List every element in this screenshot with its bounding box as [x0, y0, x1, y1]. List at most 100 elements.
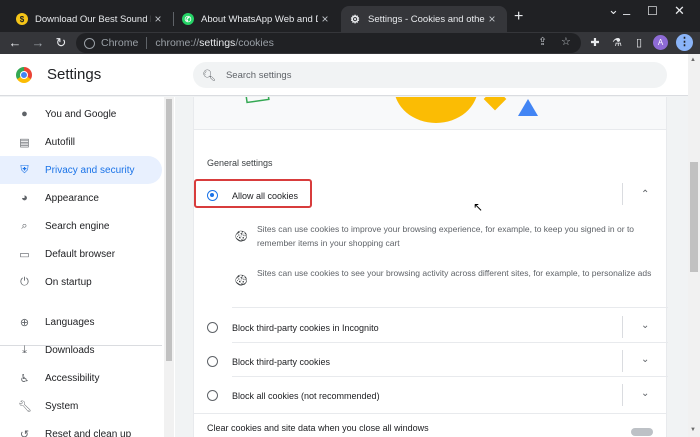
sidebar-item-downloads[interactable]: ⤓ Downloads — [0, 336, 162, 364]
sidebar-item-you-and-google[interactable]: ● You and Google — [0, 100, 162, 128]
reload-button[interactable]: ↻ — [52, 34, 70, 52]
sidebar-item-label: Languages — [45, 316, 95, 328]
block-all-cookies-radio[interactable] — [207, 390, 218, 401]
sidebar-item-default-browser[interactable]: ▭ Default browser — [0, 240, 162, 268]
page-scrollbar[interactable]: ▲ ▼ — [688, 54, 700, 437]
forward-button[interactable]: → — [29, 34, 47, 52]
tab-whatsapp[interactable]: ✆ About WhatsApp Web and Deskt × — [174, 6, 340, 32]
sound-favicon: $ — [16, 13, 28, 25]
chevron-down-icon[interactable]: ⌄ — [641, 388, 649, 399]
bookmark-star-icon[interactable]: ☆ — [561, 35, 571, 48]
address-bar[interactable]: Chrome chrome:// settings /cookies — [76, 33, 581, 53]
clear-on-close-label: Clear cookies and site data when you clo… — [207, 423, 429, 433]
sidebar-item-languages[interactable]: ⊕ Languages — [0, 308, 162, 336]
extensions-puzzle-icon[interactable]: ✚ — [587, 34, 603, 52]
sidebar-item-label: Search engine — [45, 220, 110, 232]
browser-icon: ▭ — [19, 248, 30, 261]
close-tab-icon[interactable]: × — [151, 12, 165, 26]
row-divider — [622, 316, 623, 338]
person-icon: ● — [21, 108, 28, 120]
new-tab-button[interactable]: + — [514, 9, 523, 25]
chevron-down-icon[interactable]: ⌄ — [641, 354, 649, 365]
sidebar-item-label: Downloads — [45, 344, 95, 356]
more-menu-icon[interactable]: ⋮ — [676, 34, 693, 51]
search-icon: 🔍︎ — [202, 69, 216, 82]
block-incognito-label[interactable]: Block third-party cookies in Incognito — [232, 323, 379, 333]
sidebar-item-search-engine[interactable]: ⌕ Search engine — [0, 212, 162, 240]
row-separator — [232, 376, 668, 377]
omnibox-divider — [146, 37, 148, 49]
settings-header: Settings 🔍︎ Search settings — [0, 54, 688, 96]
share-icon[interactable]: ⇪ — [538, 35, 547, 48]
tab-title: Download Our Best Sound Effect — [35, 13, 151, 25]
scroll-down-arrow-icon[interactable]: ▼ — [690, 427, 696, 433]
palette-icon: ◕ — [21, 192, 28, 204]
clear-on-close-toggle[interactable] — [631, 428, 653, 436]
settings-page: Settings 🔍︎ Search settings ● You and Go… — [0, 54, 688, 437]
highlight-box — [194, 179, 312, 208]
close-tab-icon[interactable]: × — [485, 12, 499, 26]
general-settings-heading: General settings — [207, 158, 273, 168]
sidebar-item-autofill[interactable]: ▤ Autofill — [0, 128, 162, 156]
scroll-up-arrow-icon[interactable]: ▲ — [690, 57, 696, 63]
clipboard-icon: ▤ — [19, 136, 30, 149]
settings-search-input[interactable]: 🔍︎ Search settings — [193, 62, 667, 88]
search-icon: ⌕ — [21, 219, 28, 232]
sidebar-item-system[interactable]: 🔧︎ System — [0, 392, 162, 420]
row-divider — [622, 384, 623, 406]
tab-title: Settings - Cookies and other site — [368, 13, 485, 25]
cookies-settings-card: General settings Allow all cookies ⌃ 🍪︎ … — [193, 97, 668, 437]
settings-sidebar: ● You and Google ▤ Autofill ⛨ Privacy an… — [0, 97, 175, 437]
search-placeholder: Search settings — [225, 69, 292, 81]
tab-sound-effects[interactable]: $ Download Our Best Sound Effect × — [8, 6, 173, 32]
chrome-chip-label: Chrome — [101, 37, 139, 49]
row-separator — [232, 307, 668, 308]
tab-title: About WhatsApp Web and Deskt — [201, 13, 318, 25]
sidebar-item-label: Reset and clean up — [45, 428, 132, 437]
sidebar-scrollbar[interactable] — [164, 97, 174, 437]
minimize-button[interactable]: – — [623, 6, 630, 21]
sidebar-item-label: Default browser — [45, 248, 116, 260]
tab-strip: $ Download Our Best Sound Effect × ✆ Abo… — [0, 0, 700, 32]
sidebar-item-label: Accessibility — [45, 372, 100, 384]
row-divider — [622, 350, 623, 372]
chevron-up-icon[interactable]: ⌃ — [641, 189, 649, 200]
row-divider — [622, 183, 623, 205]
sidebar-item-reset-and-clean-up[interactable]: ↺ Reset and clean up — [0, 420, 162, 437]
chrome-chip-icon — [84, 37, 95, 49]
cookie-description-1: Sites can use cookies to improve your br… — [257, 224, 635, 248]
block-third-party-label[interactable]: Block third-party cookies — [232, 357, 330, 367]
sidebar-item-privacy-and-security[interactable]: ⛨ Privacy and security — [0, 156, 162, 184]
block-incognito-radio[interactable] — [207, 322, 218, 333]
close-tab-icon[interactable]: × — [318, 12, 332, 26]
block-third-party-radio[interactable] — [207, 356, 218, 367]
page-scroll-thumb[interactable] — [690, 162, 698, 272]
row-separator — [232, 342, 668, 343]
sidebar-item-on-startup[interactable]: ⏻ On startup — [0, 268, 162, 296]
wrench-icon: 🔧︎ — [18, 400, 32, 413]
sidebar-item-accessibility[interactable]: ♿︎ Accessibility — [0, 364, 162, 392]
chevron-down-icon[interactable]: ⌄ — [641, 320, 649, 331]
profile-avatar[interactable]: A — [653, 35, 668, 50]
cookies-illustration — [194, 97, 666, 130]
url-path: /cookies — [235, 37, 274, 49]
sidebar-item-appearance[interactable]: ◕ Appearance — [0, 184, 162, 212]
tab-settings[interactable]: ⚙ Settings - Cookies and other site × — [341, 6, 507, 32]
flask-extension-icon[interactable]: ⚗ — [609, 34, 625, 52]
reset-icon: ↺ — [19, 428, 30, 437]
maximize-button[interactable]: ☐ — [647, 4, 658, 18]
sidebar-item-label: Privacy and security — [45, 164, 135, 176]
back-button[interactable]: ← — [6, 34, 24, 52]
cookie-icon: 🍪︎ — [234, 231, 248, 243]
sidebar-item-label: Appearance — [45, 192, 99, 204]
cookie-icon: 🍪︎ — [234, 275, 248, 287]
close-window-button[interactable]: ✕ — [674, 3, 685, 19]
block-all-cookies-label[interactable]: Block all cookies (not recommended) — [232, 391, 380, 401]
sidebar-scroll-thumb[interactable] — [166, 99, 172, 361]
tab-search-chevron-icon[interactable]: ⌄ — [608, 2, 619, 18]
download-icon: ⤓ — [22, 343, 27, 356]
sidebar-item-label: You and Google — [45, 108, 117, 120]
sidebar-item-label: System — [45, 400, 79, 412]
section-separator — [194, 413, 666, 414]
side-panel-icon[interactable]: ▯ — [631, 34, 647, 52]
